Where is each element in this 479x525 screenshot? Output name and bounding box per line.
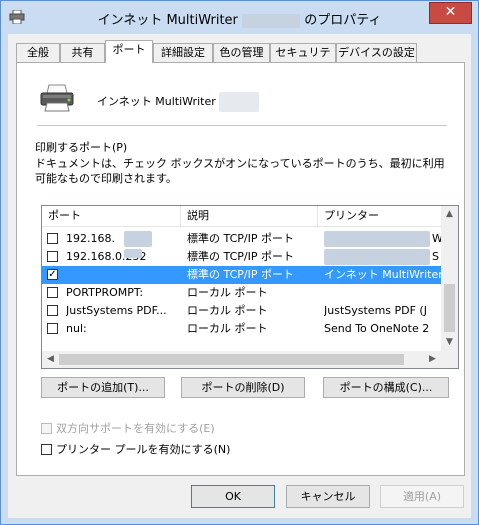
ok-button[interactable]: OK [191,485,275,508]
printer-pooling-checkbox[interactable]: プリンター プールを有効にする(N) [41,441,230,457]
list-item[interactable]: JustSystems PDF... ローカル ポート JustSystems … [42,302,441,320]
column-header-printer[interactable]: プリンター [318,206,441,226]
tab-color-management[interactable]: 色の管理 [213,43,270,62]
redacted-name [242,13,301,28]
apply-button[interactable]: 適用(A) [380,485,464,508]
printer-cell: S [432,250,439,263]
column-header-description[interactable]: 説明 [181,206,318,226]
description-cell: 標準の TCP/IP ポート [187,268,294,281]
port-cell [66,266,180,284]
port-cell: PORTPROMPT: [66,286,144,299]
tab-general[interactable]: 全般 [16,43,60,62]
dialog-body: 全般 共有 ポート 詳細設定 色の管理 セキュリティ デバイスの設定 インネット… [8,34,471,518]
port-checkbox-checked[interactable]: ✓ [47,269,58,280]
scroll-right-arrow-icon[interactable]: ▶ [424,351,441,368]
delete-port-button[interactable]: ポートの削除(D) [181,377,305,398]
scroll-up-arrow-icon[interactable]: ▲ [441,206,458,223]
properties-window: インネット MultiWriter のプロパティ ✕ 全般 共有 ポート 詳細設… [0,0,479,525]
port-list-header: ポート 説明 プリンター [42,206,441,227]
column-header-port[interactable]: ポート [42,206,181,226]
horizontal-scrollbar[interactable]: ◀ ▶ [42,351,441,368]
description-cell: ローカル ポート [187,322,268,335]
printer-cell: Send To OneNote 2 [324,322,430,335]
printer-cell: JustSystems PDF (J [324,304,427,317]
description-cell: 標準の TCP/IP ポート [187,232,294,245]
close-button[interactable]: ✕ [429,2,472,24]
printer-cell [324,284,441,302]
window-title: インネット MultiWriter のプロパティ [1,9,478,28]
port-cell: nul: [66,322,87,335]
bidirectional-support-checkbox[interactable]: 双方向サポートを有効にする(E) [41,420,215,436]
port-checkbox[interactable] [47,305,58,316]
printer-pooling-label: プリンター プールを有効にする(N) [56,443,231,456]
printer-cell: インネット MultiWriter [324,268,441,281]
window-title-suffix: のプロパティ [304,13,382,28]
port-checkbox[interactable] [47,287,58,298]
tab-security[interactable]: セキュリティ [270,43,336,77]
bidirectional-support-label: 双方向サポートを有効にする(E) [56,422,215,435]
add-port-button[interactable]: ポートの追加(T)... [41,377,165,398]
description-cell: ローカル ポート [187,286,268,299]
ports-label: 印刷するポート(P) [35,141,128,154]
description-cell: ローカル ポート [187,304,268,317]
redacted-value [124,249,142,258]
vertical-scrollbar[interactable]: ▲ ▼ [441,206,458,351]
printer-name: インネット MultiWriter [97,92,260,112]
redacted-value [324,231,430,247]
port-checkbox[interactable] [47,233,58,244]
printer-icon [40,84,74,112]
cancel-button[interactable]: キャンセル [286,485,370,508]
port-cell: 192.168.0.252 [66,250,147,263]
ports-description: ドキュメントは、チェック ボックスがオンになっているポートのうち、最初に利用可能… [35,157,445,185]
scrollbar-corner [441,351,458,368]
tab-ports[interactable]: ポート [105,40,153,63]
ports-panel: インネット MultiWriter 印刷するポート(P) ドキュメントは、チェッ… [16,62,465,476]
redacted-value [324,249,430,265]
port-cell: 192.168. [66,232,115,245]
redacted-name [219,92,260,112]
tab-advanced[interactable]: 詳細設定 [153,43,213,62]
tab-sharing[interactable]: 共有 [60,43,105,62]
scroll-left-arrow-icon[interactable]: ◀ [42,351,59,368]
checkbox-box [41,444,52,455]
description-cell: 標準の TCP/IP ポート [187,250,294,263]
window-title-prefix: インネット MultiWriter [97,13,238,28]
list-item-selected[interactable]: ✓ 標準の TCP/IP ポート インネット MultiWriter [42,266,441,284]
vertical-scroll-thumb[interactable] [444,284,455,332]
port-list[interactable]: ポート 説明 プリンター 192.168. 標準の TCP/IP ポート W 1… [41,205,459,369]
port-checkbox[interactable] [47,251,58,262]
horizontal-scroll-thumb[interactable] [59,354,404,365]
list-item[interactable]: 192.168.0.252 標準の TCP/IP ポート S [42,248,441,266]
port-cell: JustSystems PDF... [66,304,167,317]
printer-name-text: インネット MultiWriter [97,95,216,108]
tab-device-settings[interactable]: デバイスの設定 [336,43,417,62]
printer-cell: W [432,230,441,248]
list-item[interactable]: PORTPROMPT: ローカル ポート [42,284,441,302]
checkbox-box [41,423,52,434]
list-item[interactable]: 192.168. 標準の TCP/IP ポート W [42,230,441,248]
redacted-value [124,231,152,247]
title-bar[interactable]: インネット MultiWriter のプロパティ ✕ [1,1,478,34]
port-checkbox[interactable] [47,323,58,334]
scroll-down-arrow-icon[interactable]: ▼ [441,334,458,351]
list-item[interactable]: nul: ローカル ポート Send To OneNote 2 [42,320,441,338]
configure-port-button[interactable]: ポートの構成(C)... [323,377,449,398]
separator [37,125,447,126]
